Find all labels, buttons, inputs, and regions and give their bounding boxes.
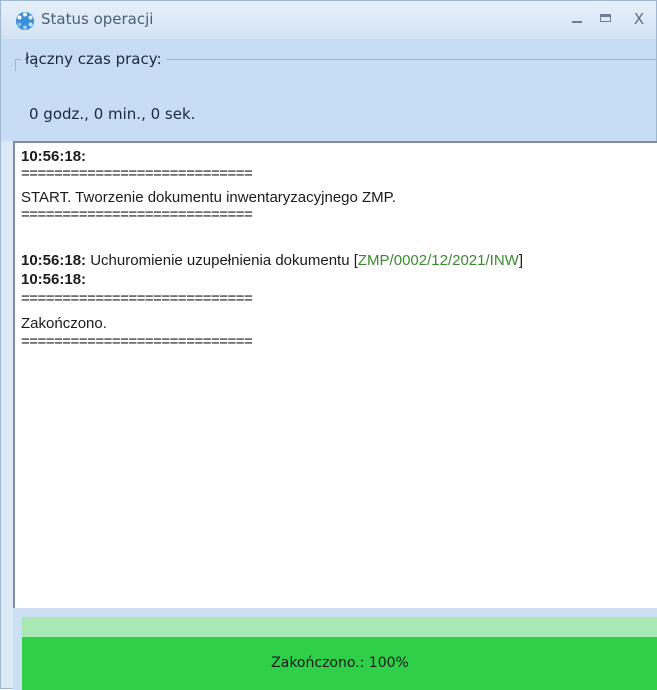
document-number-link[interactable]: ZMP/0002/12/2021/INW bbox=[358, 252, 519, 269]
minimize-icon bbox=[572, 21, 582, 23]
log-start-line: START. Tworzenie dokumentu inwentaryzacy… bbox=[21, 189, 396, 206]
log-separator: ============================ bbox=[21, 165, 253, 182]
minimize-button[interactable] bbox=[564, 7, 590, 31]
progress-bar: Zakończono.: 100% bbox=[22, 617, 657, 690]
close-icon: X bbox=[633, 10, 645, 28]
status-window: Status operacji X łączny czas pracy: 0 g… bbox=[0, 0, 657, 690]
worktime-group: łączny czas pracy: 0 godz., 0 min., 0 se… bbox=[1, 39, 656, 141]
log-timestamp: 10:56:18: bbox=[21, 252, 87, 269]
log-separator: ============================ bbox=[21, 290, 253, 307]
maximize-button[interactable] bbox=[593, 7, 619, 31]
group-border-left bbox=[15, 59, 16, 71]
window-title: Status operacji bbox=[41, 10, 154, 28]
maximize-icon bbox=[600, 14, 611, 22]
close-button[interactable]: X bbox=[626, 7, 652, 31]
log-line: 10:56:18: bbox=[21, 148, 86, 165]
log-timestamp: 10:56:18: bbox=[21, 148, 87, 165]
log-separator: ============================ bbox=[21, 206, 253, 223]
log-timestamp: 10:56:18: bbox=[21, 271, 87, 288]
worktime-value: 0 godz., 0 min., 0 sek. bbox=[29, 105, 196, 123]
spinner-icon bbox=[16, 12, 34, 30]
log-message: Uchuromienie uzupełnienia dokumentu [ bbox=[86, 252, 358, 269]
log-bracket: ] bbox=[518, 252, 523, 269]
log-separator: ============================ bbox=[21, 333, 253, 350]
log-done-line: Zakończono. bbox=[21, 315, 107, 332]
title-bar[interactable]: Status operacji X bbox=[1, 1, 656, 39]
log-textbox[interactable]: 10:56:18: ============================ S… bbox=[13, 141, 657, 608]
progress-label: Zakończono.: 100% bbox=[271, 655, 409, 671]
worktime-label: łączny czas pracy: bbox=[21, 50, 166, 68]
log-line: 10:56:18: Uchuromienie uzupełnienia doku… bbox=[21, 252, 523, 269]
status-footer: Zakończono.: 100% bbox=[13, 608, 657, 690]
log-line: 10:56:18: bbox=[21, 271, 86, 288]
